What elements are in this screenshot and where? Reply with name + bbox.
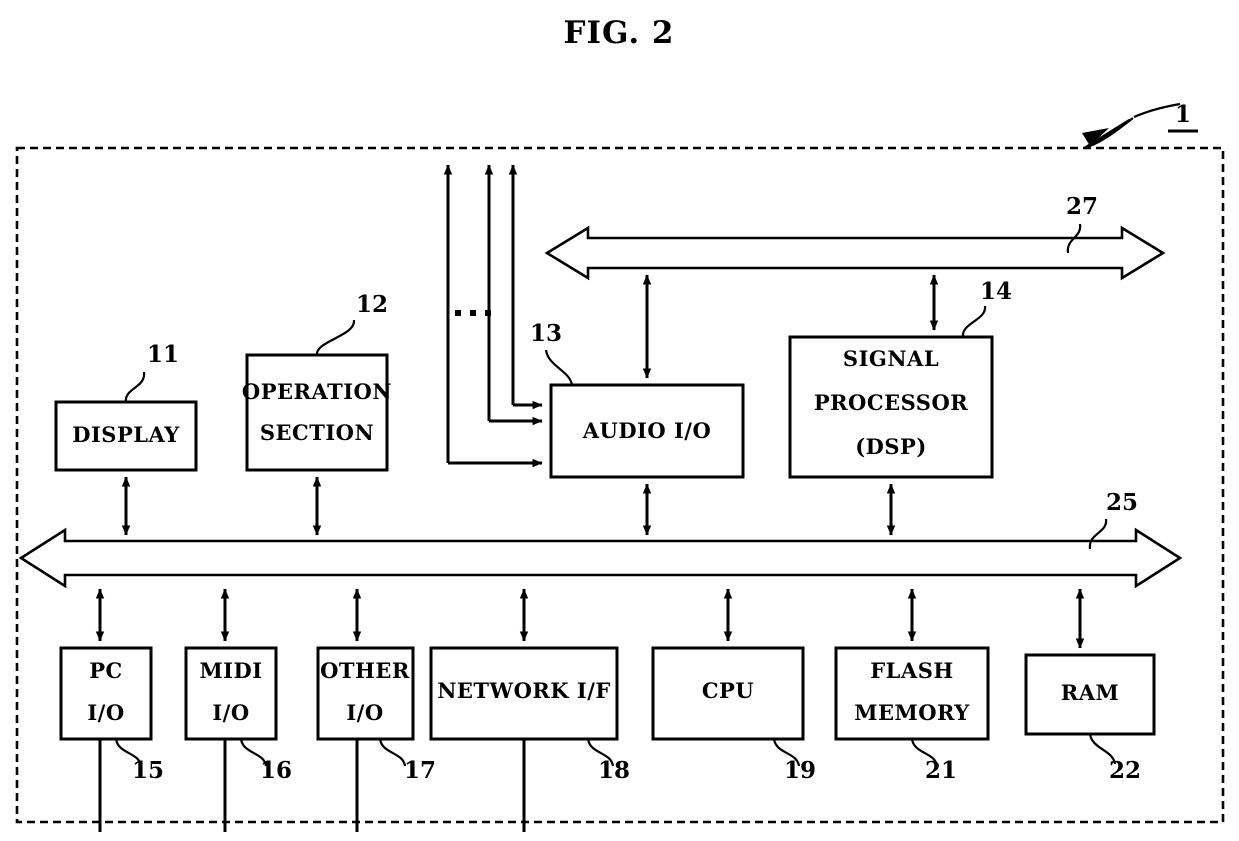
- block-operation-section: [245, 353, 389, 472]
- block-display-label: DISPLAY: [72, 422, 180, 447]
- ref-numeral-13: 13: [530, 320, 562, 347]
- ref-numeral-21: 21: [925, 757, 957, 784]
- block-audio-io-label: AUDIO I/O: [582, 418, 712, 443]
- block-operation-label-line2: SECTION: [260, 420, 374, 445]
- ref-numeral-17: 17: [404, 757, 436, 784]
- leader-line-14: [961, 305, 987, 338]
- block-cpu-label: CPU: [702, 678, 754, 703]
- leader-line-11: [124, 371, 146, 403]
- bus-25: [18, 527, 1183, 589]
- ellipsis-dot-2: [470, 310, 476, 316]
- ref-numeral-1: 1: [1175, 101, 1191, 128]
- ref-numeral-18: 18: [598, 757, 630, 784]
- block-dsp-label-line1: SIGNAL: [843, 346, 939, 371]
- block-ram-label: RAM: [1061, 680, 1120, 705]
- ellipsis-dot-1: [455, 310, 461, 316]
- figure-title: FIG. 2: [563, 15, 674, 51]
- block-network-if-label: NETWORK I/F: [437, 678, 611, 703]
- block-midi-io-label-line1: MIDI: [199, 658, 262, 683]
- leader-line-1: [1133, 102, 1181, 119]
- ref-numeral-25: 25: [1106, 489, 1138, 516]
- figure-canvas: FIG. 2 1 27 25 DISPLAY 11 OPERATION SECT…: [15, 15, 1225, 832]
- ref-numeral-27: 27: [1066, 193, 1098, 220]
- patent-figure: FIG. 2 1 27 25 DISPLAY 11 OPERATION SECT…: [0, 0, 1239, 841]
- ref-numeral-19: 19: [784, 757, 816, 784]
- leader-line-12: [315, 319, 356, 356]
- bus-27: [544, 225, 1166, 281]
- ref-numeral-11: 11: [147, 341, 179, 368]
- block-dsp-label-line2: PROCESSOR: [814, 390, 968, 415]
- ellipsis-dot-3: [485, 310, 491, 316]
- block-pc-io-label-line2: I/O: [87, 700, 124, 725]
- ref-numeral-12: 12: [356, 291, 388, 318]
- ref-numeral-14: 14: [980, 278, 1012, 305]
- block-dsp-label-line3: (DSP): [855, 434, 927, 459]
- ref-numeral-22: 22: [1109, 757, 1141, 784]
- block-other-io-label-line2: I/O: [346, 700, 383, 725]
- leader-line-17: [378, 738, 407, 767]
- block-flash-label-line2: MEMORY: [854, 700, 970, 725]
- block-pc-io-label-line1: PC: [89, 658, 123, 683]
- block-midi-io-label-line2: I/O: [212, 700, 249, 725]
- ref-numeral-15: 15: [132, 757, 164, 784]
- block-other-io-label-line1: OTHER: [320, 658, 410, 683]
- block-operation-label-line1: OPERATION: [242, 379, 392, 404]
- ref-numeral-16: 16: [260, 757, 292, 784]
- leader-line-13: [544, 349, 574, 386]
- block-flash-label-line1: FLASH: [870, 658, 953, 683]
